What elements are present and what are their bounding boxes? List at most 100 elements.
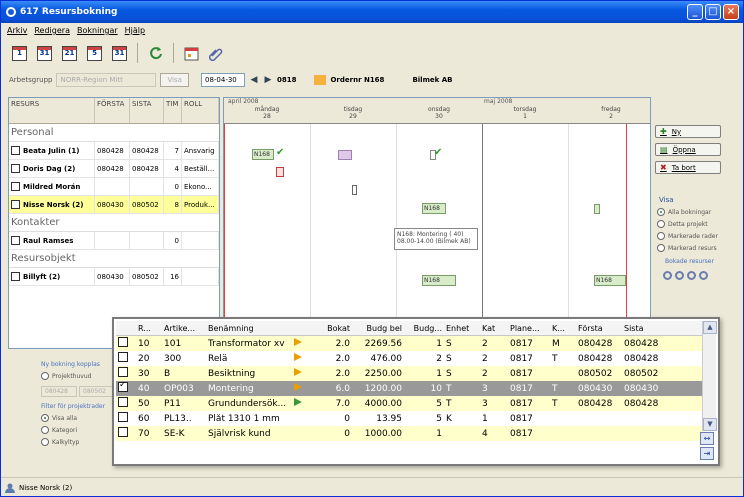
row-checkbox[interactable] — [116, 382, 136, 395]
checkbox-icon[interactable] — [118, 412, 128, 422]
booking-marker[interactable] — [594, 204, 600, 214]
row-checkbox[interactable] — [116, 367, 136, 380]
col-budg[interactable]: Budg... — [404, 324, 444, 333]
radio-kalkyltyp[interactable]: Kalkyltyp — [41, 438, 121, 446]
row-checkbox[interactable] — [116, 427, 136, 440]
col-artikel[interactable]: Artike... — [162, 324, 206, 333]
table-row[interactable]: 30 B Besiktning 2.0 2250.00 1 S 2 0817 080502 0805… — [116, 366, 705, 381]
checkbox-icon[interactable] — [118, 397, 128, 407]
radio-projekthuvud[interactable]: Projekthuvud — [41, 372, 121, 380]
minimize-button[interactable]: _ — [687, 4, 703, 20]
maximize-button[interactable]: □ — [705, 4, 721, 20]
date-field[interactable]: 08-04-30 — [200, 73, 245, 87]
prev-arrow-icon[interactable]: ◀ — [249, 73, 259, 87]
col-plane[interactable]: Plane... — [508, 324, 550, 333]
workweek-view-button[interactable]: 5 — [84, 43, 105, 63]
day-view-button[interactable]: 1 — [9, 43, 30, 63]
table-row[interactable]: 70 SE-K Självrisk kund 0 1000.00 1 4 0817 — [116, 426, 705, 441]
radio-resurs[interactable]: Markerad resurs — [657, 244, 739, 252]
row-checkbox[interactable] — [11, 146, 20, 155]
checkbox-icon[interactable] — [118, 337, 128, 347]
expand-icon[interactable]: ↔ — [700, 432, 714, 445]
close-button[interactable]: × — [723, 4, 739, 20]
visa-button[interactable]: Visa — [160, 73, 189, 87]
col-budg-bel[interactable]: Budg bel — [352, 324, 404, 333]
row-checkbox[interactable] — [116, 397, 136, 410]
resource-row[interactable]: Mildred Morán 0 Ekono... — [9, 178, 219, 196]
radio-projekt[interactable]: Detta projekt — [657, 220, 739, 228]
col-k[interactable]: K... — [550, 324, 576, 333]
booking-tooltip: N168: Montering ( 40) 08.00-14.00 (Bilme… — [394, 228, 478, 250]
checkbox-icon[interactable] — [118, 382, 128, 392]
col-forsta[interactable]: FÖRSTA — [95, 98, 130, 123]
table-row[interactable]: 40 OP003 Montering 6.0 1200.00 10 T 3 0817 T 08043… — [116, 381, 705, 396]
week-view-button[interactable]: 31 — [34, 43, 55, 63]
col-resurs[interactable]: RESURS — [9, 98, 95, 123]
row-checkbox[interactable] — [11, 164, 20, 173]
date-to-field[interactable]: 080502 — [79, 386, 115, 397]
booking-marker[interactable] — [352, 185, 357, 195]
row-checkbox[interactable] — [116, 412, 136, 425]
col-bokat[interactable]: Bokat — [314, 324, 352, 333]
twoweek-view-button[interactable]: 21 — [59, 43, 80, 63]
col-sista[interactable]: Sista — [622, 324, 666, 333]
col-sista[interactable]: SISTA — [130, 98, 164, 123]
circle-icon[interactable] — [687, 271, 696, 280]
table-row[interactable]: 50 P11 Grundundersök... 7.0 4000.00 5 T 3 0817 T 0… — [116, 396, 705, 411]
row-checkbox[interactable] — [11, 200, 20, 209]
resource-row[interactable]: Billyft (2) 080430 080502 16 — [9, 268, 219, 286]
booking-marker[interactable] — [338, 150, 352, 160]
vertical-scrollbar[interactable]: ▲ ▼ — [702, 321, 717, 431]
booking-bar[interactable]: N168 — [252, 149, 274, 160]
booking-bar[interactable]: N168 — [594, 275, 626, 286]
table-row[interactable]: 10 101 Transformator xv 2.0 2269.56 1 S 2 0817 M 0… — [116, 336, 705, 351]
booking-marker[interactable] — [276, 167, 284, 177]
checkbox-icon[interactable] — [118, 367, 128, 377]
row-checkbox[interactable] — [11, 272, 20, 281]
checkbox-icon[interactable] — [118, 352, 128, 362]
today-button[interactable] — [181, 43, 202, 63]
refresh-button[interactable] — [145, 43, 166, 63]
checkbox-icon[interactable] — [118, 427, 128, 437]
menu-hjalp[interactable]: Hjälp — [125, 26, 145, 35]
menu-redigera[interactable]: Redigera — [34, 26, 70, 35]
link-button[interactable] — [206, 43, 227, 63]
resource-row[interactable]: Doris Dag (2) 080428 080428 4 Beställ... — [9, 160, 219, 178]
row-checkbox[interactable] — [116, 337, 136, 350]
row-checkbox[interactable] — [11, 182, 20, 191]
col-tim[interactable]: TIM — [164, 98, 182, 123]
circle-icon[interactable] — [699, 271, 708, 280]
radio-kategori[interactable]: Kategori — [41, 426, 121, 434]
date-from-field[interactable]: 080428 — [41, 386, 77, 397]
radio-alla[interactable]: Alla bokningar — [657, 208, 739, 216]
delete-button[interactable]: ✖ Ta bort — [655, 161, 721, 174]
table-row[interactable]: 60 PL13.. Plåt 1310 1 mm 0 13.95 5 K 1 0817 — [116, 411, 705, 426]
exit-icon[interactable]: ⇥ — [700, 447, 714, 460]
col-r[interactable]: R... — [136, 324, 162, 333]
resource-row[interactable]: Raul Ramses 0 — [9, 232, 219, 250]
resource-row-selected[interactable]: Nisse Norsk (2) 080430 080502 8 Produk..… — [9, 196, 219, 214]
radio-visa-alla[interactable]: Visa alla — [41, 414, 121, 422]
radio-rader[interactable]: Markerade rader — [657, 232, 739, 240]
circle-icon[interactable] — [675, 271, 684, 280]
col-forsta[interactable]: Första — [576, 324, 622, 333]
resource-row[interactable]: Beata Julin (1) 080428 080428 7 Ansvarig — [9, 142, 219, 160]
open-button[interactable]: ▤ Öppna — [655, 143, 721, 156]
table-row[interactable]: 20 300 Relä 2.0 476.00 2 S 2 0817 T 080428 080428 — [116, 351, 705, 366]
row-checkbox[interactable] — [116, 352, 136, 365]
scroll-up-icon[interactable]: ▲ — [703, 321, 717, 334]
month-view-button[interactable]: 31 — [109, 43, 130, 63]
col-kat[interactable]: Kat — [480, 324, 508, 333]
menu-arkiv[interactable]: Arkiv — [7, 26, 27, 35]
booking-bar[interactable]: N168 — [422, 275, 456, 286]
next-arrow-icon[interactable]: ▶ — [263, 73, 273, 87]
new-button[interactable]: ✚ Ny — [655, 125, 721, 138]
booking-bar[interactable]: N168 — [422, 203, 446, 214]
row-checkbox[interactable] — [11, 236, 20, 245]
menu-bokningar[interactable]: Bokningar — [77, 26, 118, 35]
circle-icon[interactable] — [663, 271, 672, 280]
col-benamning[interactable]: Benämning — [206, 324, 292, 333]
col-enhet[interactable]: Enhet — [444, 324, 480, 333]
col-roll[interactable]: ROLL — [182, 98, 219, 123]
arbetsgrupp-select[interactable]: NORR-Region Mitt — [56, 73, 157, 87]
